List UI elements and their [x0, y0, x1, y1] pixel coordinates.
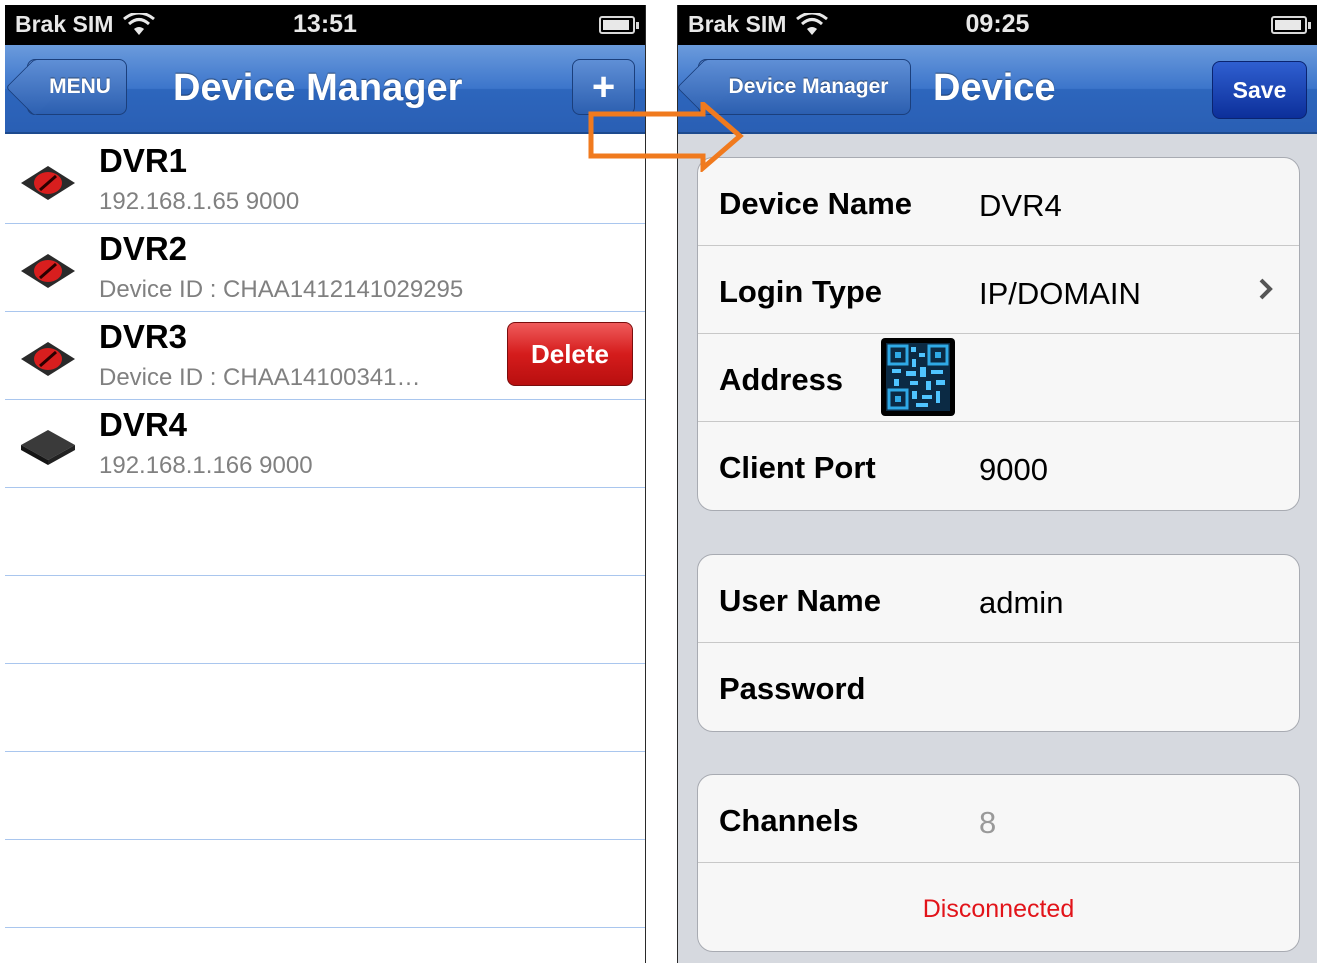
back-button-label: Device Manager: [728, 75, 889, 98]
page-title: Device Manager: [173, 67, 463, 109]
empty-row: [5, 752, 645, 840]
status-bar: Brak SIM 13:51: [5, 5, 645, 45]
screenshot-root: Brak SIM 13:51 MENU Device Manager + DVR…: [0, 0, 1317, 963]
device-detail: Device ID : CHAA14100341…: [99, 364, 421, 391]
connection-status-text: Disconnected: [922, 895, 1075, 923]
device-name: DVR4: [99, 406, 188, 443]
dvr-offline-icon: [21, 166, 75, 200]
address-label: Address: [719, 362, 844, 397]
address-cell[interactable]: Address: [698, 334, 1299, 422]
device-detail-screen: Brak SIM 09:25 Device Manager Device Sav…: [677, 5, 1317, 963]
menu-button[interactable]: MENU: [27, 59, 127, 115]
qr-code-scan-icon[interactable]: [881, 338, 955, 416]
status-bar: Brak SIM 09:25: [678, 5, 1317, 45]
login-type-value: IP/DOMAIN: [979, 276, 1141, 311]
menu-button-label: MENU: [49, 75, 111, 98]
empty-row: [5, 840, 645, 928]
device-row-dvr1[interactable]: DVR1 192.168.1.65 9000: [5, 136, 645, 224]
login-type-label: Login Type: [719, 274, 883, 309]
password-cell[interactable]: Password: [698, 643, 1299, 731]
password-label: Password: [719, 671, 866, 706]
device-name-field[interactable]: DVR4: [979, 188, 1062, 224]
navigation-bar: MENU Device Manager +: [5, 45, 645, 134]
status-time: 13:51: [293, 10, 357, 38]
device-row-dvr3[interactable]: DVR3 Device ID : CHAA14100341… Delete: [5, 312, 645, 400]
device-manager-screen: Brak SIM 13:51 MENU Device Manager + DVR…: [5, 5, 646, 963]
device-detail: 192.168.1.166 9000: [99, 452, 313, 479]
chevron-right-icon: [1259, 278, 1273, 300]
channels-cell: Channels 8: [698, 775, 1299, 863]
battery-charging-icon: [599, 16, 639, 34]
device-name: DVR1: [99, 142, 188, 179]
dvr-online-icon: [21, 430, 75, 465]
channels-value: 8: [979, 805, 997, 840]
navigation-bar: Device Manager Device Save: [678, 45, 1317, 134]
empty-row: [5, 664, 645, 752]
channels-label: Channels: [719, 803, 859, 838]
device-info-group: Channels 8 Disconnected: [697, 774, 1300, 952]
credentials-group: User Name admin Password: [697, 554, 1300, 732]
device-detail: Device ID : CHAA1412141029295: [99, 276, 464, 303]
save-button[interactable]: Save: [1212, 61, 1307, 119]
login-type-cell[interactable]: Login Type IP/DOMAIN: [698, 246, 1299, 334]
dvr-offline-icon: [21, 254, 75, 288]
device-name-cell[interactable]: Device Name DVR4: [698, 158, 1299, 246]
client-port-field[interactable]: 9000: [979, 452, 1048, 488]
connection-status-cell: Disconnected: [698, 863, 1299, 951]
user-name-label: User Name: [719, 583, 881, 618]
client-port-cell[interactable]: Client Port 9000: [698, 422, 1299, 510]
device-name-label: Device Name: [719, 186, 913, 221]
empty-row: [5, 576, 645, 664]
device-name: DVR3: [99, 318, 188, 355]
device-row-dvr2[interactable]: DVR2 Device ID : CHAA1412141029295: [5, 224, 645, 312]
battery-icon: [1271, 16, 1311, 34]
device-list: DVR1 192.168.1.65 9000 DVR2 Device ID : …: [5, 136, 645, 963]
device-name: DVR2: [99, 230, 188, 267]
dvr-offline-icon: [21, 342, 75, 376]
device-detail: 192.168.1.65 9000: [99, 188, 300, 215]
page-title: Device: [933, 67, 1056, 109]
user-name-cell[interactable]: User Name admin: [698, 555, 1299, 643]
status-time: 09:25: [965, 10, 1030, 38]
user-name-field[interactable]: admin: [979, 585, 1063, 621]
empty-row: [5, 488, 645, 576]
qr-code-icon: [886, 343, 950, 411]
transition-arrow-icon: [588, 102, 744, 172]
delete-button[interactable]: Delete: [507, 322, 633, 386]
client-port-label: Client Port: [719, 450, 876, 485]
device-row-dvr4[interactable]: DVR4 192.168.1.166 9000: [5, 400, 645, 488]
connection-settings-group: Device Name DVR4 Login Type IP/DOMAIN Ad…: [697, 157, 1300, 511]
